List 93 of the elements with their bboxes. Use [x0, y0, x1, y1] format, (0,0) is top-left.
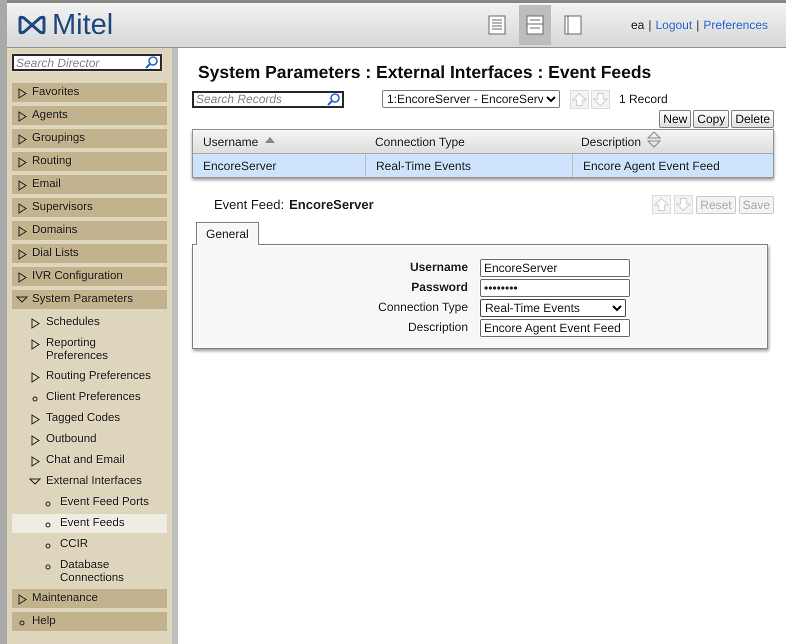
search-field[interactable]: Search Director	[12, 54, 162, 71]
column-header[interactable]: Connection Type	[365, 130, 571, 153]
layout-button[interactable]	[519, 5, 551, 45]
nav-item[interactable]: System Parameters	[12, 290, 167, 309]
separator: |	[696, 18, 700, 32]
expand-icon	[18, 203, 26, 214]
nav-item[interactable]: Domains	[12, 221, 167, 240]
action-button[interactable]: Delete	[731, 110, 774, 128]
sort-icon	[647, 131, 662, 148]
nav-item[interactable]: Chat and Email	[12, 451, 167, 470]
nav-item[interactable]: Dial Lists	[12, 244, 167, 263]
nav-item[interactable]: Client Preferences	[12, 388, 167, 407]
input-field[interactable]: ••••••••	[480, 279, 630, 297]
expand-icon	[30, 456, 40, 467]
layout-icon	[526, 15, 544, 35]
column-header[interactable]: Description	[571, 130, 773, 153]
search-field[interactable]: Search Records	[192, 90, 344, 108]
nav-item[interactable]: Maintenance	[12, 589, 167, 608]
table-cell-text: EncoreServer	[202, 158, 278, 174]
nav-item[interactable]: Agents	[12, 106, 167, 125]
search-icon	[145, 56, 158, 69]
logo-icon	[17, 15, 47, 35]
nav-item[interactable]: Event Feeds	[12, 514, 167, 533]
layout-icon	[564, 15, 582, 35]
column-header[interactable]: Username	[193, 130, 365, 153]
field-label: Password	[410, 279, 468, 296]
field-label: Connection Type	[377, 299, 468, 316]
nav-item[interactable]: Outbound	[12, 430, 167, 449]
up-arrow-icon	[571, 90, 588, 108]
expand-icon	[18, 594, 26, 605]
up-arrow-icon	[653, 196, 670, 213]
record-count: 1 Record	[619, 92, 668, 106]
nav-item[interactable]: Database Connections	[12, 556, 167, 587]
bullet-icon	[19, 620, 25, 626]
action-button[interactable]: Copy	[693, 110, 730, 128]
chevron-icon	[546, 96, 556, 102]
nav-item[interactable]: Supervisors	[12, 198, 167, 217]
logo-text: Mitel	[52, 10, 114, 40]
bullet-icon	[32, 396, 38, 402]
expand-icon	[18, 249, 26, 260]
field-label: Description	[406, 319, 468, 336]
table-row[interactable]: EncoreServer Real-Time Events Encore Agent Event Feed	[193, 154, 773, 177]
page-title: System Parameters : External Interfaces : Event Feeds	[198, 62, 652, 83]
user-name: ea	[631, 18, 644, 32]
nav-item[interactable]: Event Feed Ports	[12, 493, 167, 512]
expand-icon	[30, 339, 40, 350]
detail-label: Event Feed:	[214, 197, 284, 212]
action-button[interactable]: New	[659, 110, 692, 128]
nav-item[interactable]: Routing	[12, 152, 167, 171]
nav-item[interactable]: Routing Preferences	[12, 367, 167, 386]
nav-item[interactable]: Favorites	[12, 83, 167, 102]
nav-item[interactable]: Schedules	[12, 313, 167, 332]
expand-icon	[30, 318, 40, 329]
header-link[interactable]: Logout	[655, 18, 692, 32]
header-link[interactable]: Preferences	[703, 18, 768, 32]
down-arrow-icon	[592, 90, 609, 108]
collapse-icon	[29, 477, 41, 486]
nav-item[interactable]: Tagged Codes	[12, 409, 167, 428]
expand-icon	[18, 226, 26, 237]
expand-icon	[30, 435, 40, 446]
nav-item[interactable]: External Interfaces	[12, 472, 167, 491]
expand-icon	[18, 111, 26, 122]
layout-icon	[488, 15, 506, 35]
detail-name: EncoreServer	[289, 197, 374, 212]
search-icon	[327, 92, 340, 106]
bullet-icon	[45, 522, 51, 528]
expand-icon	[18, 134, 26, 145]
nav-item[interactable]: Groupings	[12, 129, 167, 148]
input-field[interactable]: Encore Agent Event Feed	[480, 319, 630, 337]
dropdown-field[interactable]: Real-Time Events	[480, 299, 626, 317]
nav-item[interactable]: IVR Configuration	[12, 267, 167, 286]
expand-icon	[30, 414, 40, 425]
expand-icon	[30, 372, 40, 383]
table-cell: Real-Time Events	[365, 154, 572, 177]
nav-item[interactable]: Reporting Preferences	[12, 334, 167, 365]
down-arrow-icon	[675, 196, 692, 213]
table-cell: Encore Agent Event Feed	[572, 154, 773, 177]
bullet-icon	[45, 564, 51, 570]
nav-item[interactable]: Email	[12, 175, 167, 194]
collapse-icon	[16, 295, 28, 304]
expand-icon	[18, 272, 26, 283]
expand-icon	[18, 88, 26, 99]
bullet-icon	[45, 501, 51, 507]
chevron-icon	[612, 304, 622, 312]
nav-item[interactable]: CCIR	[12, 535, 167, 554]
tab[interactable]: General	[196, 222, 259, 245]
expand-icon	[18, 157, 26, 168]
input-field[interactable]: EncoreServer	[480, 259, 630, 277]
bullet-icon	[45, 543, 51, 549]
separator: |	[648, 18, 652, 32]
expand-icon	[18, 180, 26, 191]
nav-item[interactable]: Help	[12, 612, 167, 631]
field-label: Username	[408, 259, 468, 276]
